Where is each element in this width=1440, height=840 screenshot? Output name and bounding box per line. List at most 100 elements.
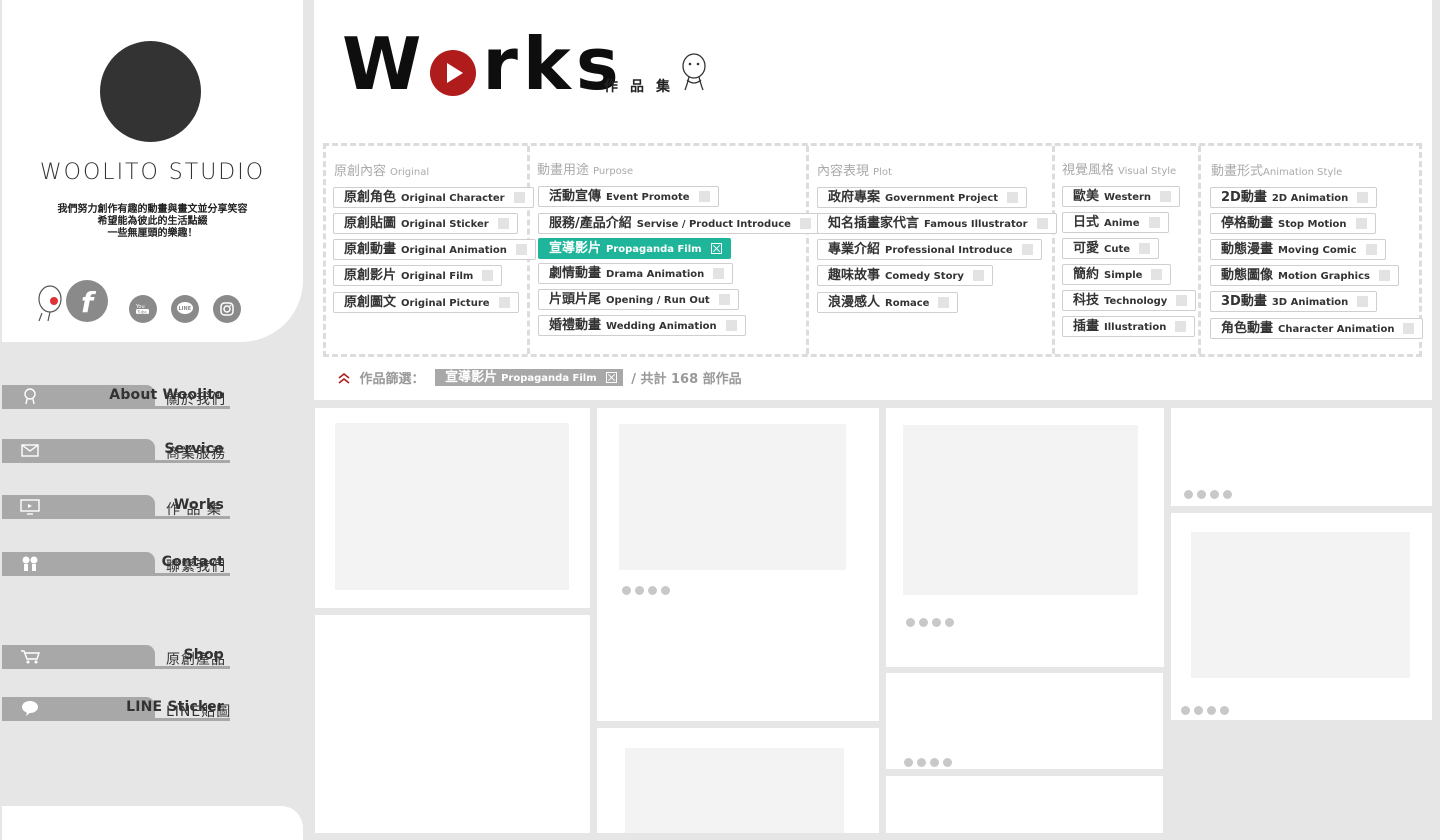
- loading-dots: [904, 752, 956, 767]
- work-card[interactable]: [886, 776, 1163, 833]
- filter-label: 作品篩選：: [359, 372, 425, 387]
- nav-about[interactable]: About Woolito 關於我們: [2, 385, 230, 409]
- filter-tag[interactable]: 劇情動畫 Drama Animation: [538, 263, 734, 284]
- tag-label-zh: 歐美: [1073, 189, 1100, 204]
- filter-tag[interactable]: 日式 Anime: [1062, 212, 1169, 233]
- filter-tag[interactable]: 插畫 Illustration: [1062, 316, 1196, 337]
- nav-works[interactable]: Works 作 品 集: [2, 495, 230, 519]
- work-card[interactable]: [315, 615, 590, 833]
- checkbox[interactable]: [1175, 321, 1187, 332]
- work-card[interactable]: [886, 673, 1163, 769]
- checkbox[interactable]: [1160, 191, 1172, 202]
- tag-label-en: Propaganda Film: [606, 244, 702, 255]
- tag-label-en: Stop Motion: [1278, 219, 1347, 230]
- checkbox[interactable]: [1148, 217, 1160, 228]
- filter-tag[interactable]: 歐美 Western: [1062, 186, 1181, 207]
- chevron-up-icon[interactable]: [337, 371, 351, 385]
- close-icon[interactable]: [605, 372, 617, 383]
- filter-tag[interactable]: 原創圖文 Original Picture: [333, 292, 519, 313]
- nav-contact[interactable]: Contact 聯繫我們: [2, 552, 230, 576]
- filter-tag[interactable]: 原創影片 Original Film: [333, 265, 503, 286]
- filter-tag[interactable]: 婚禮動畫 Wedding Animation: [538, 315, 746, 336]
- checkbox[interactable]: [513, 192, 525, 203]
- checkbox[interactable]: [1357, 296, 1369, 307]
- work-thumbnail[interactable]: [619, 424, 846, 570]
- work-card[interactable]: [597, 728, 879, 833]
- nav-shop[interactable]: Shop 原創產品: [2, 645, 230, 669]
- work-card[interactable]: [1171, 513, 1432, 720]
- nav-service[interactable]: Service 商業服務: [2, 439, 230, 463]
- filter-tag[interactable]: 停格動畫 Stop Motion: [1210, 213, 1376, 234]
- checkbox[interactable]: [972, 270, 984, 281]
- checkbox[interactable]: [713, 268, 725, 279]
- checkbox[interactable]: [1355, 218, 1367, 229]
- line-icon[interactable]: LINE: [171, 295, 199, 323]
- work-card[interactable]: [1171, 408, 1432, 506]
- active-filter-chip[interactable]: 宣導影片 Propaganda Film: [435, 369, 623, 386]
- work-thumbnail[interactable]: [1191, 532, 1410, 678]
- checkbox[interactable]: [1007, 192, 1019, 203]
- tagline: 我們努力創作有趣的動畫與畫文並分享笑容 希望能為彼此的生活點綴 一些無厘頭的樂趣…: [2, 204, 303, 240]
- filter-tag[interactable]: 3D動畫 3D Animation: [1210, 291, 1378, 312]
- close-icon[interactable]: [710, 243, 722, 254]
- work-card[interactable]: [597, 408, 879, 721]
- svg-text:LINE: LINE: [179, 306, 192, 312]
- filter-tag[interactable]: 原創貼圖 Original Sticker: [333, 213, 518, 234]
- checkbox[interactable]: [1139, 243, 1151, 254]
- filter-tag[interactable]: 原創角色 Original Character: [333, 187, 534, 208]
- checkbox[interactable]: [515, 244, 527, 255]
- filter-tag[interactable]: 科技 Technology: [1062, 290, 1197, 311]
- checkbox[interactable]: [497, 218, 509, 229]
- facebook-icon[interactable]: f: [36, 279, 110, 323]
- instagram-icon[interactable]: [213, 295, 241, 323]
- checkbox[interactable]: [725, 320, 737, 331]
- checkbox[interactable]: [1151, 269, 1163, 280]
- filter-tag[interactable]: 角色動畫 Character Animation: [1210, 318, 1424, 339]
- checkbox[interactable]: [1403, 323, 1415, 334]
- work-card[interactable]: [315, 408, 590, 608]
- filter-tag[interactable]: 知名插畫家代言 Famous Illustrator: [817, 213, 1057, 234]
- checkbox[interactable]: [698, 191, 710, 202]
- checkbox[interactable]: [1021, 244, 1033, 255]
- filter-tag[interactable]: 專業介紹 Professional Introduce: [817, 239, 1042, 260]
- youtube-icon[interactable]: You Tube: [129, 295, 157, 323]
- filter-tag[interactable]: 服務/產品介紹 Servise / Product Introduce: [538, 213, 820, 234]
- checkbox[interactable]: [482, 270, 494, 281]
- checkbox[interactable]: [799, 218, 811, 229]
- tag-label-en: Western: [1104, 192, 1152, 203]
- tag-label-zh: 浪漫感人: [828, 295, 881, 310]
- tag-label-en: Moving Comic: [1278, 245, 1357, 256]
- filter-tag[interactable]: 趣味故事 Comedy Story: [817, 265, 993, 286]
- work-thumbnail[interactable]: [335, 423, 569, 590]
- nav-line-sticker[interactable]: LINE Sticker LINE貼圖: [2, 697, 230, 721]
- checkbox[interactable]: [498, 297, 510, 308]
- filter-tag[interactable]: 活動宣傳 Event Promote: [538, 186, 719, 207]
- work-card[interactable]: [886, 408, 1164, 667]
- tag-label-en: Cute: [1104, 244, 1131, 255]
- filter-tag[interactable]: 動態漫畫 Moving Comic: [1210, 239, 1386, 260]
- work-thumbnail[interactable]: [625, 748, 844, 833]
- filter-tag[interactable]: 可愛 Cute: [1062, 238, 1160, 259]
- filter-divider: [806, 146, 809, 354]
- filter-tag[interactable]: 浪漫感人 Romace: [817, 292, 959, 313]
- checkbox[interactable]: [1176, 295, 1188, 306]
- checkbox[interactable]: [938, 297, 950, 308]
- filter-tag[interactable]: 原創動畫 Original Animation: [333, 239, 536, 260]
- checkbox[interactable]: [1379, 270, 1390, 281]
- checkbox[interactable]: [718, 294, 730, 305]
- checkbox[interactable]: [1036, 218, 1048, 229]
- checkbox[interactable]: [1357, 192, 1369, 203]
- filter-tag-active[interactable]: 宣導影片 Propaganda Film: [538, 238, 731, 259]
- checkbox[interactable]: [1365, 244, 1377, 255]
- studio-name: WOOLITO STUDIO: [39, 160, 266, 185]
- filter-heading-plot: 內容表現 Plot: [817, 160, 892, 179]
- filter-tag[interactable]: 簡約 Simple: [1062, 264, 1172, 285]
- filter-tag[interactable]: 動態圖像 Motion Graphics: [1210, 265, 1399, 286]
- active-filter-bar: 作品篩選： 宣導影片 Propaganda Film / 共計 168 部作品: [337, 368, 742, 388]
- work-thumbnail[interactable]: [903, 425, 1138, 595]
- tag-label-en: 2D Animation: [1271, 193, 1349, 204]
- tag-label-zh: 服務/產品介紹: [549, 216, 632, 231]
- filter-tag[interactable]: 片頭片尾 Opening / Run Out: [538, 289, 739, 310]
- filter-tag[interactable]: 2D動畫 2D Animation: [1210, 187, 1378, 208]
- filter-tag[interactable]: 政府專案 Government Project: [817, 187, 1028, 208]
